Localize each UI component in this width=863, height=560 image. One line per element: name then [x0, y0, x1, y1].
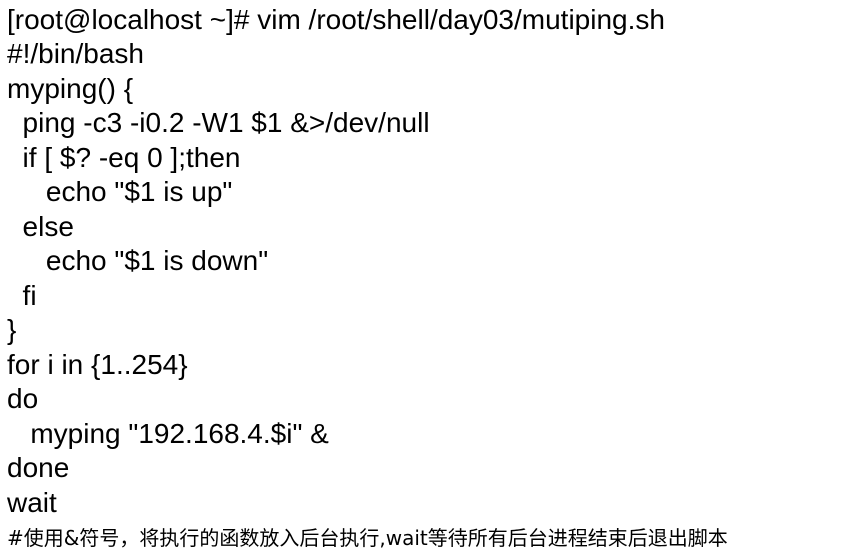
code-line-echo-up: echo "$1 is up": [7, 176, 233, 207]
shell-prompt-line: [root@localhost ~]# vim /root/shell/day0…: [7, 4, 665, 35]
code-line-myping-call: myping "192.168.4.$i" &: [7, 418, 329, 449]
code-line-shebang: #!/bin/bash: [7, 38, 144, 69]
document-page: [root@localhost ~]# vim /root/shell/day0…: [0, 0, 863, 560]
code-line-function-end: }: [7, 314, 17, 345]
code-line-wait: wait: [7, 487, 57, 518]
code-line-if: if [ $? -eq 0 ];then: [7, 142, 241, 173]
code-line-for: for i in {1..254}: [7, 349, 188, 380]
code-line-fi: fi: [7, 280, 37, 311]
code-line-else: else: [7, 211, 74, 242]
code-line-done: done: [7, 452, 70, 483]
code-line-function-start: myping() {: [7, 73, 134, 104]
code-line-do: do: [7, 383, 39, 414]
code-line-echo-down: echo "$1 is down": [7, 245, 269, 276]
code-comment: #使用&符号，将执行的函数放入后台执行,wait等待所有后台进程结束后退出脚本: [7, 526, 728, 550]
code-line-ping: ping -c3 -i0.2 -W1 $1 &>/dev/null: [7, 107, 430, 138]
